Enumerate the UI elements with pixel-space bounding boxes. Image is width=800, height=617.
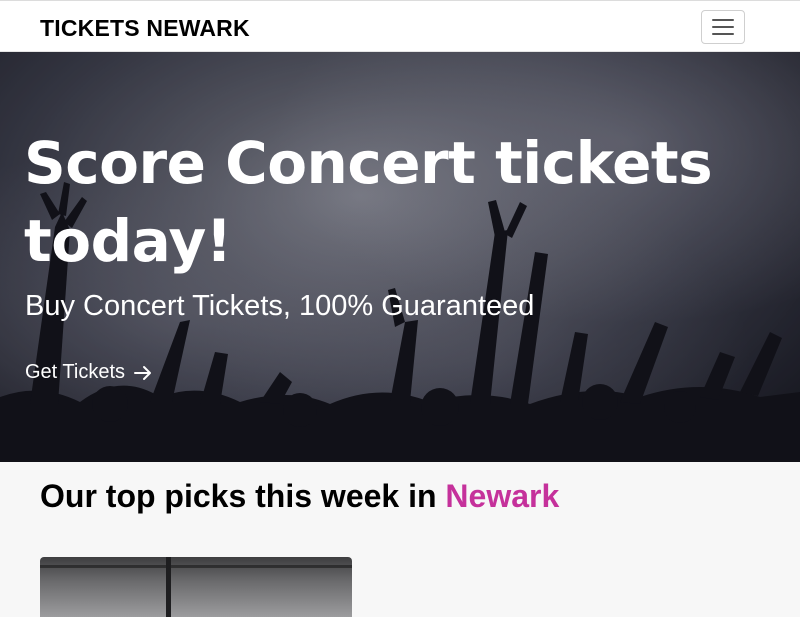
navbar: TICKETS NEWARK — [0, 0, 800, 52]
hamburger-menu-icon-bar — [712, 33, 734, 35]
top-picks-city: Newark — [445, 478, 560, 514]
menu-toggle-button[interactable] — [701, 10, 745, 44]
event-card-image[interactable] — [40, 557, 352, 617]
stage-truss — [40, 565, 352, 568]
hero-subtitle: Buy Concert Tickets, 100% Guaranteed — [25, 290, 535, 322]
arrow-right-icon — [134, 365, 152, 380]
get-tickets-label: Get Tickets — [25, 361, 126, 383]
top-picks-heading-text: Our top picks this week in — [40, 478, 446, 514]
top-picks-heading: Our top picks this week in Newark — [40, 478, 559, 515]
stage-pole — [166, 557, 171, 617]
get-tickets-link[interactable]: Get Tickets — [25, 361, 153, 384]
brand-logo[interactable]: TICKETS NEWARK — [40, 15, 250, 42]
hamburger-menu-icon-bar — [712, 26, 734, 28]
hamburger-menu-icon — [712, 19, 734, 21]
hero-banner: Score Concert tickets today! Buy Concert… — [0, 52, 800, 462]
hero-title: Score Concert tickets today! — [24, 129, 713, 275]
